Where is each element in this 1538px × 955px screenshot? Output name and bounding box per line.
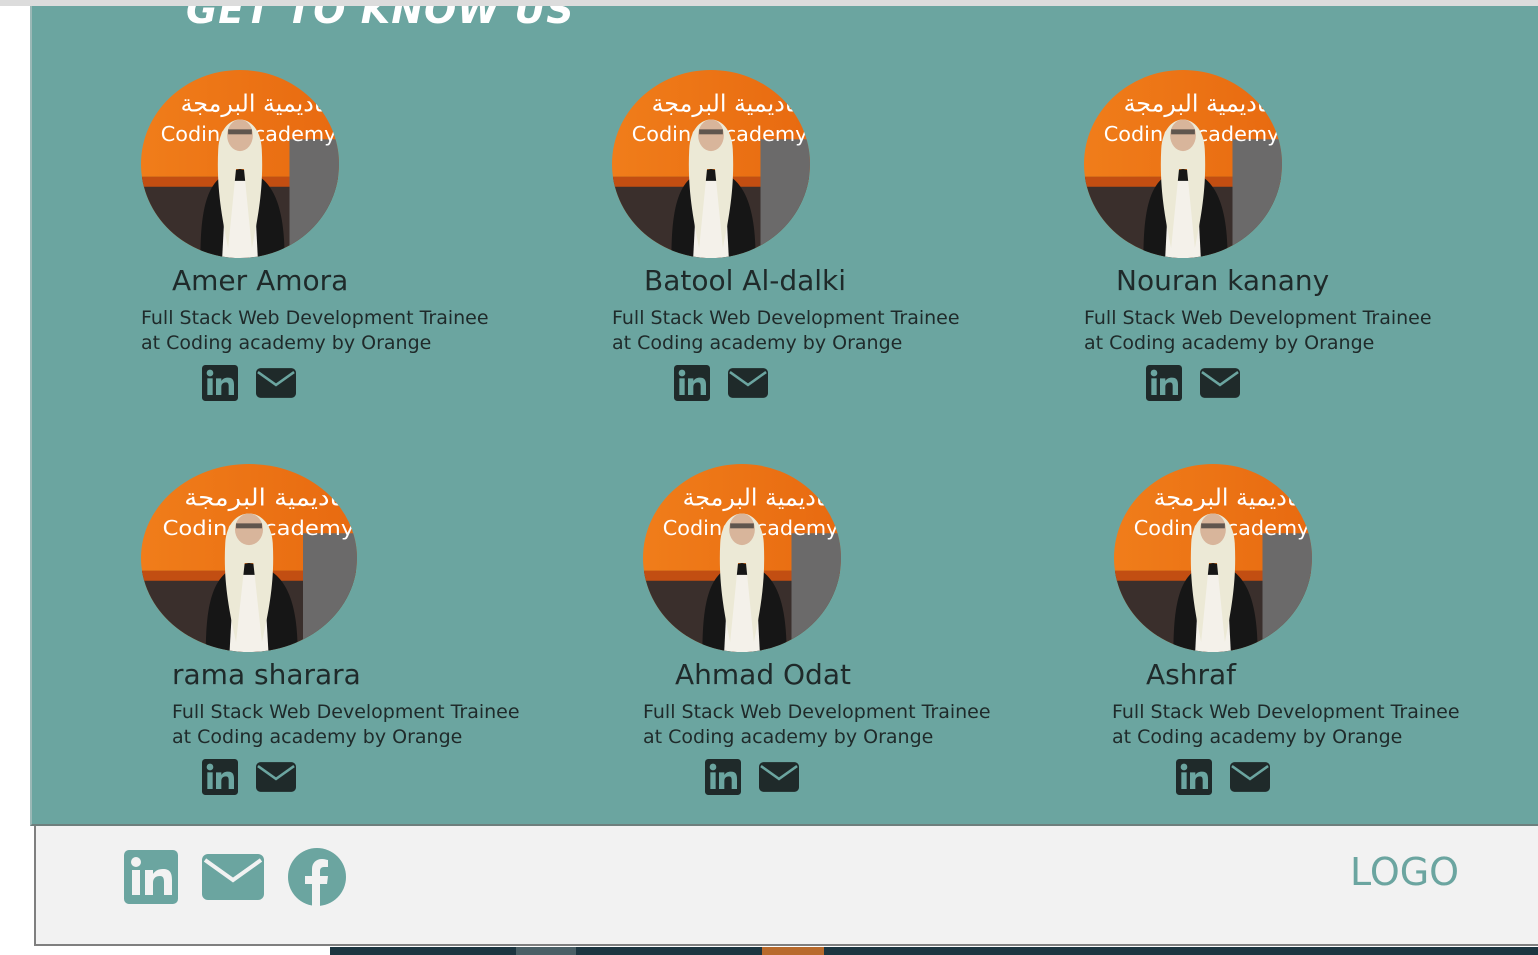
member-role: Full Stack Web Development Trainee at Cod…: [141, 306, 489, 356]
member-social-links: [202, 365, 296, 401]
envelope-icon[interactable]: [759, 762, 799, 792]
member-role-line: at Coding academy by Orange: [141, 332, 432, 354]
profile-photo: أكاديمية البرمجة Coding Academy: [612, 70, 810, 258]
member-role-line: Full Stack Web Development Trainee: [141, 307, 489, 329]
member-role-line: Full Stack Web Development Trainee: [1112, 701, 1460, 723]
member-role-line: at Coding academy by Orange: [1112, 726, 1403, 748]
member-name: Ahmad Odat: [675, 658, 851, 691]
team-member-card: أكاديمية البرمجة Coding Academy rama sha…: [141, 464, 541, 804]
member-social-links: [1176, 759, 1270, 795]
member-role-line: Full Stack Web Development Trainee: [1084, 307, 1432, 329]
sign-text-arabic: أكاديمية البرمجة: [1124, 88, 1282, 118]
footer-linkedin-icon[interactable]: [124, 850, 178, 908]
envelope-icon[interactable]: [256, 368, 296, 398]
linkedin-icon[interactable]: [674, 365, 710, 401]
member-avatar: أكاديمية البرمجة Coding Academy: [141, 464, 357, 652]
member-role-line: Full Stack Web Development Trainee: [643, 701, 991, 723]
bottom-strip-segment: [576, 947, 762, 955]
sign-text-arabic: أكاديمية البرمجة: [652, 88, 810, 118]
member-avatar: أكاديمية البرمجة Coding Academy: [643, 464, 841, 652]
profile-photo: أكاديمية البرمجة Coding Academy: [1114, 464, 1312, 652]
linkedin-icon[interactable]: [1176, 759, 1212, 795]
profile-photo: أكاديمية البرمجة Coding Academy: [643, 464, 841, 652]
profile-photo: أكاديمية البرمجة Coding Academy: [141, 70, 339, 258]
team-member-card: أكاديمية البرمجة Coding Academy Ashraf Fu…: [1112, 464, 1514, 804]
section-heading: GET TO KNOW US: [186, 6, 575, 32]
envelope-icon[interactable]: [256, 762, 296, 792]
footer-logo[interactable]: LOGO: [1350, 850, 1459, 894]
member-role-line: Full Stack Web Development Trainee: [612, 307, 960, 329]
member-avatar: أكاديمية البرمجة Coding Academy: [1084, 70, 1282, 258]
team-member-card: أكاديمية البرمجة Coding Academy Amer Amo…: [141, 70, 541, 410]
member-avatar: أكاديمية البرمجة Coding Academy: [1114, 464, 1312, 652]
profile-photo: أكاديمية البرمجة Coding Academy: [141, 464, 357, 652]
sign-text-arabic: أكاديمية البرمجة: [181, 88, 339, 118]
linkedin-icon[interactable]: [202, 759, 238, 795]
profile-photo: أكاديمية البرمجة Coding Academy: [1084, 70, 1282, 258]
bottom-strip-segment: [516, 947, 576, 955]
member-avatar: أكاديمية البرمجة Coding Academy: [141, 70, 339, 258]
member-name: rama sharara: [172, 658, 361, 691]
footer-envelope-icon[interactable]: [202, 854, 264, 904]
member-avatar: أكاديمية البرمجة Coding Academy: [612, 70, 810, 258]
member-name: Amer Amora: [172, 264, 349, 297]
sign-text-arabic: أكاديمية البرمجة: [184, 481, 357, 512]
bottom-strip: [0, 946, 1538, 955]
member-social-links: [705, 759, 799, 795]
bottom-strip-segment: [330, 947, 516, 955]
member-social-links: [674, 365, 768, 401]
bottom-strip-segment: [824, 947, 1538, 955]
linkedin-icon[interactable]: [1146, 365, 1182, 401]
team-member-card: أكاديمية البرمجة Coding Academy Ahmad Od…: [643, 464, 1043, 804]
member-role-line: at Coding academy by Orange: [612, 332, 903, 354]
left-gutter: [0, 6, 30, 826]
member-social-links: [202, 759, 296, 795]
envelope-icon[interactable]: [1200, 368, 1240, 398]
member-role: Full Stack Web Development Trainee at Cod…: [1084, 306, 1432, 356]
team-section: GET TO KNOW US أكاديمية البرمجة Coding A…: [30, 6, 1538, 826]
member-role: Full Stack Web Development Trainee at Cod…: [643, 700, 991, 750]
member-social-links: [1146, 365, 1240, 401]
member-name: Batool Al-dalki: [644, 264, 847, 297]
member-role-line: at Coding academy by Orange: [643, 726, 934, 748]
sign-text-arabic: أكاديمية البرمجة: [1154, 482, 1312, 512]
footer-social-links: [124, 848, 346, 910]
member-role-line: at Coding academy by Orange: [1084, 332, 1375, 354]
linkedin-icon[interactable]: [705, 759, 741, 795]
member-role: Full Stack Web Development Trainee at Cod…: [172, 700, 520, 750]
member-name: Nouran kanany: [1116, 264, 1330, 297]
envelope-icon[interactable]: [1230, 762, 1270, 792]
bottom-strip-segment: [762, 947, 824, 955]
team-member-card: أكاديمية البرمجة Coding Academy Nouran k…: [1084, 70, 1484, 410]
member-name: Ashraf: [1146, 658, 1237, 691]
member-role: Full Stack Web Development Trainee at Cod…: [1112, 700, 1460, 750]
footer-facebook-icon[interactable]: [288, 848, 346, 910]
site-footer: LOGO: [34, 826, 1538, 946]
member-role: Full Stack Web Development Trainee at Cod…: [612, 306, 960, 356]
linkedin-icon[interactable]: [202, 365, 238, 401]
team-member-card: أكاديمية البرمجة Coding Academy Batool A…: [612, 70, 1012, 410]
member-role-line: at Coding academy by Orange: [172, 726, 463, 748]
sign-text-arabic: أكاديمية البرمجة: [683, 482, 841, 512]
member-role-line: Full Stack Web Development Trainee: [172, 701, 520, 723]
envelope-icon[interactable]: [728, 368, 768, 398]
